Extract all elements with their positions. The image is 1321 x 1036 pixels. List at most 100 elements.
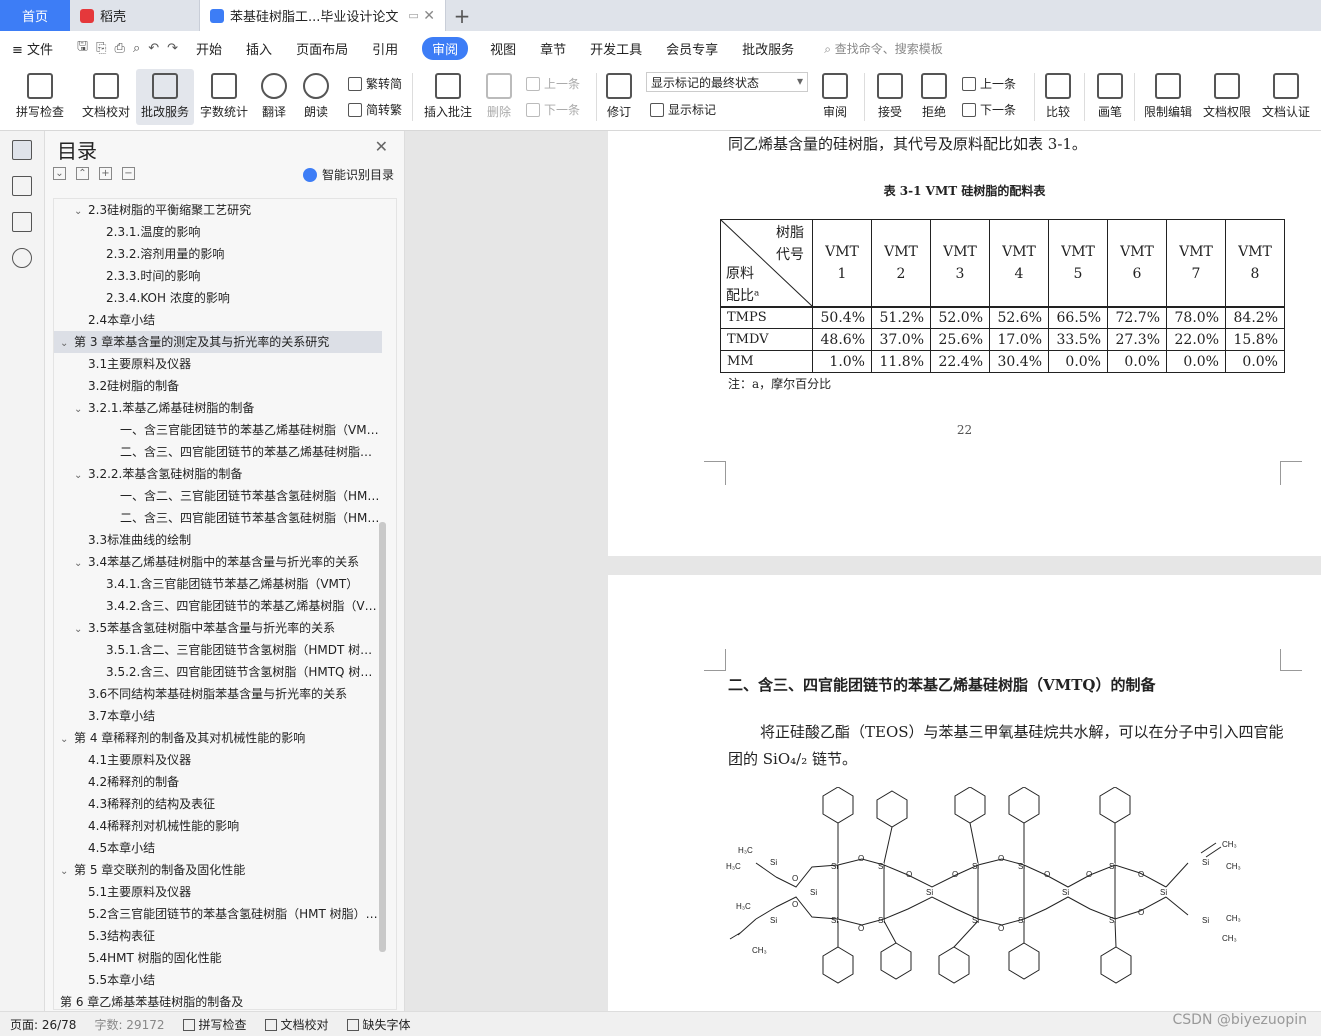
- menu-devtools[interactable]: 开发工具: [590, 39, 642, 58]
- translate-button[interactable]: 翻译: [254, 69, 294, 125]
- menu-view[interactable]: 视图: [490, 39, 516, 58]
- toc-item[interactable]: 二、含三、四官能团链节的苯基乙烯基硅树脂（VMTQ）的制备: [54, 441, 382, 463]
- toc-item[interactable]: 3.6不同结构苯基硅树脂苯基含量与折光率的关系: [54, 683, 382, 705]
- undo-icon[interactable]: ↶: [148, 41, 159, 56]
- toc-item[interactable]: 第 6 章乙烯基苯基硅树脂的制备及: [54, 991, 382, 1009]
- restrict-editing-button[interactable]: 限制编辑: [1140, 69, 1196, 125]
- next-comment-button[interactable]: 下一条: [526, 101, 580, 118]
- collapse-all-icon[interactable]: ⌄: [53, 167, 66, 180]
- preview-icon[interactable]: ⌕: [133, 41, 140, 56]
- delete-comment-button[interactable]: 删除: [480, 69, 518, 125]
- toc-item[interactable]: ⌄ 3.5苯基含氢硅树脂中苯基含量与折光率的关系: [54, 617, 382, 639]
- add-heading-icon[interactable]: +: [99, 167, 112, 180]
- new-tab-button[interactable]: +: [446, 0, 478, 31]
- remove-heading-icon[interactable]: −: [122, 167, 135, 180]
- proofread-status[interactable]: 文档校对: [264, 1016, 329, 1033]
- print-icon[interactable]: ⎙: [115, 41, 125, 56]
- toc-item[interactable]: 2.3.3.时间的影响: [54, 265, 382, 287]
- toc-item[interactable]: 5.2含三官能团链节的苯基含氢硅树脂（HMT 树脂）的制备: [54, 903, 382, 925]
- toc-item[interactable]: 二、含三、四官能团链节苯基含氢硅树脂（HMTQ）的制备: [54, 507, 382, 529]
- toc-item[interactable]: 2.3.2.溶剂用量的影响: [54, 243, 382, 265]
- toc-item[interactable]: 4.2稀释剂的制备: [54, 771, 382, 793]
- toc-item[interactable]: ⌄ 第 3 章苯基含量的测定及其与折光率的关系研究: [54, 331, 382, 353]
- chevron-down-icon[interactable]: ⌄: [74, 465, 88, 485]
- bookmark-icon[interactable]: [12, 212, 32, 232]
- read-aloud-button[interactable]: 朗读: [298, 69, 334, 125]
- search-icon[interactable]: [12, 248, 32, 268]
- accept-button[interactable]: 接受: [872, 69, 908, 125]
- word-count-button[interactable]: 字数统计: [197, 69, 251, 125]
- toc-item[interactable]: 4.1主要原料及仪器: [54, 749, 382, 771]
- smart-toc-button[interactable]: 智能识别目录: [302, 166, 394, 183]
- toc-item[interactable]: ⌄ 3.4苯基乙烯基硅树脂中的苯基含量与折光率的关系: [54, 551, 382, 573]
- doc-certify-button[interactable]: 文档认证: [1258, 69, 1314, 125]
- chevron-down-icon[interactable]: ⌄: [60, 333, 74, 353]
- toc-item[interactable]: 3.2硅树脂的制备: [54, 375, 382, 397]
- toc-item[interactable]: 一、含三官能团链节的苯基乙烯基硅树脂（VMT）的制备: [54, 419, 382, 441]
- tab-daoke[interactable]: 稻壳: [70, 0, 200, 31]
- toc-item[interactable]: ⌄ 3.2.2.苯基含氢硅树脂的制备: [54, 463, 382, 485]
- chevron-down-icon[interactable]: ⌄: [74, 553, 88, 573]
- expand-all-icon[interactable]: ⌃: [76, 167, 89, 180]
- menu-grading[interactable]: 批改服务: [742, 39, 794, 58]
- close-icon[interactable]: ✕: [375, 137, 388, 156]
- toc-item[interactable]: 3.4.2.含三、四官能团链节的苯基乙烯基树脂（VMTQ）: [54, 595, 382, 617]
- export-icon[interactable]: ⎘: [96, 41, 106, 56]
- review-pane-button[interactable]: 审阅: [816, 69, 854, 125]
- toc-item[interactable]: ⌄ 3.2.1.苯基乙烯基硅树脂的制备: [54, 397, 382, 419]
- toc-item[interactable]: ⌄ 2.3硅树脂的平衡缩聚工艺研究: [54, 199, 382, 221]
- toc-item[interactable]: 4.4稀释剂对机械性能的影响: [54, 815, 382, 837]
- tab-window-icon[interactable]: ▭: [408, 9, 418, 22]
- toc-item[interactable]: 3.7本章小结: [54, 705, 382, 727]
- prev-change-button[interactable]: 上一条: [962, 75, 1016, 92]
- toc-item[interactable]: 4.3稀释剂的结构及表征: [54, 793, 382, 815]
- toc-item[interactable]: 3.4.1.含三官能团链节苯基乙烯基树脂（VMT）: [54, 573, 382, 595]
- toc-item[interactable]: 3.5.1.含二、三官能团链节含氢树脂（HMDT 树脂）: [54, 639, 382, 661]
- missing-font-status[interactable]: 缺失字体: [346, 1016, 411, 1033]
- toc-item[interactable]: 2.3.4.KOH 浓度的影响: [54, 287, 382, 309]
- toc-item[interactable]: 3.1主要原料及仪器: [54, 353, 382, 375]
- toc-item[interactable]: 5.1主要原料及仪器: [54, 881, 382, 903]
- proofread-button[interactable]: 文档校对: [78, 69, 134, 125]
- toc-item[interactable]: ⌄ 第 5 章交联剂的制备及固化性能: [54, 859, 382, 881]
- tab-document[interactable]: 苯基硅树脂工...毕业设计论文 ▭ ✕: [200, 0, 446, 31]
- toc-item[interactable]: 3.3标准曲线的绘制: [54, 529, 382, 551]
- spell-check-button[interactable]: 拼写检查: [8, 69, 72, 125]
- redo-icon[interactable]: ↷: [167, 41, 178, 56]
- track-changes-button[interactable]: 修订: [600, 69, 638, 125]
- chevron-down-icon[interactable]: ⌄: [74, 619, 88, 639]
- chapter-nav-icon[interactable]: [12, 176, 32, 196]
- toc-item[interactable]: 5.3结构表征: [54, 925, 382, 947]
- menu-reference[interactable]: 引用: [372, 39, 398, 58]
- chevron-down-icon[interactable]: ⌄: [74, 201, 88, 221]
- command-search[interactable]: ⌕ 查找命令、搜索模板: [824, 40, 943, 57]
- chevron-down-icon[interactable]: ⌄: [74, 399, 88, 419]
- menu-review[interactable]: 审阅: [422, 36, 469, 60]
- toc-item[interactable]: 5.5本章小结: [54, 969, 382, 991]
- page-indicator[interactable]: 页面: 26/78: [10, 1016, 76, 1033]
- close-icon[interactable]: ✕: [423, 8, 435, 24]
- insert-comment-button[interactable]: 插入批注: [420, 69, 476, 125]
- toc-item[interactable]: 一、含二、三官能团链节苯基含氢硅树脂（HMDT）的制备: [54, 485, 382, 507]
- toc-item[interactable]: 4.5本章小结: [54, 837, 382, 859]
- spell-check-status[interactable]: 拼写检查: [182, 1016, 247, 1033]
- word-count[interactable]: 字数: 29172: [94, 1016, 164, 1033]
- save-icon[interactable]: 🖫: [77, 37, 88, 59]
- show-markup-button[interactable]: 显示标记: [650, 101, 716, 118]
- menu-member[interactable]: 会员专享: [666, 39, 718, 58]
- menu-start[interactable]: 开始: [196, 39, 222, 58]
- prev-comment-button[interactable]: 上一条: [526, 75, 580, 92]
- chevron-down-icon[interactable]: ⌄: [60, 729, 74, 749]
- chevron-down-icon[interactable]: ⌄: [60, 861, 74, 881]
- toc-item[interactable]: 3.5.2.含三、四官能团链节含氢树脂（HMTQ 树脂）: [54, 661, 382, 683]
- markup-state-select[interactable]: 显示标记的最终状态: [646, 72, 808, 92]
- toc-item[interactable]: ⌄ 第 4 章稀释剂的制备及其对机械性能的影响: [54, 727, 382, 749]
- menu-insert[interactable]: 插入: [246, 39, 272, 58]
- doc-permission-button[interactable]: 文档权限: [1200, 69, 1254, 125]
- menu-layout[interactable]: 页面布局: [296, 39, 348, 58]
- pen-button[interactable]: 画笔: [1092, 69, 1128, 125]
- toc-item[interactable]: 5.4HMT 树脂的固化性能: [54, 947, 382, 969]
- tab-home[interactable]: 首页: [0, 0, 70, 31]
- compare-button[interactable]: 比较: [1040, 69, 1076, 125]
- trad-to-simp-button[interactable]: 繁转简: [348, 75, 402, 92]
